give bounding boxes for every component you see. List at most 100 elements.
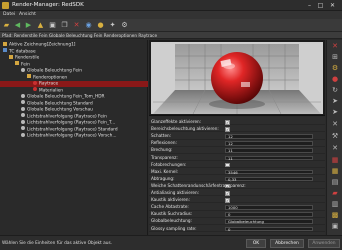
minimize-icon[interactable]: – [305,2,314,9]
property-row: Maxi. Kernel: 3546 [149,169,325,176]
property-value-field[interactable]: 3546 [225,169,313,175]
texture-icon[interactable]: ▦ [330,156,340,165]
ok-button[interactable]: OK [246,239,266,248]
property-row: Weiche Schattenrandunschärfentransparenz… [149,183,325,190]
property-label: Antialiasing aktivieren: [151,190,200,195]
title-bar: Render-Manager: RedSDK – □ ✕ [0,0,342,11]
forward-icon[interactable]: ▶ [24,21,33,30]
grid-icon[interactable]: ▥ [330,200,340,209]
apply-button[interactable]: Anwenden [308,239,340,248]
folder-icon [9,54,13,59]
path-text: Pfad: Renderstile Fein Globale Beleuchtu… [2,33,158,38]
property-label: Globalbeleuchtung: [151,218,192,224]
new-icon[interactable]: ▣ [48,21,57,30]
brush-icon[interactable]: ▩ [330,211,340,220]
property-checkbox[interactable]: ✓ [225,127,230,132]
property-row: Cache Abtastrate: 1000 [149,204,325,211]
wrench-icon[interactable]: ⚒ [330,132,340,141]
delete-icon[interactable]: ✕ [72,21,81,30]
tree-item-label: Globale Beleuchtung Fein_Tom_HDR [27,94,105,100]
breadcrumb: Pfad: Renderstile Fein Globale Beleuchtu… [0,32,342,39]
tree-item[interactable]: Lichtstrahlverfolgung (Raytrace) Standar… [0,126,148,133]
cross-alt-icon[interactable]: ✕ [330,144,340,153]
maximize-icon[interactable]: □ [316,2,325,9]
copy-icon[interactable]: ❐ [60,21,69,30]
render-icon[interactable]: ◉ [84,21,93,30]
property-value-field[interactable]: 12 [225,134,313,139]
tree-item[interactable]: Raytrace [0,80,148,87]
folder-icon[interactable]: ▰ [2,21,11,30]
property-value-field[interactable]: Globalbeleuchtung [225,219,313,224]
property-value-field[interactable]: 12 [225,141,313,146]
property-row: Antialiasing aktivieren: ✓ [149,190,325,197]
layers-icon[interactable]: ▤ [330,178,340,187]
flag-icon[interactable]: ▰ [330,189,340,198]
property-label: Fotobrechungen: [151,161,187,167]
texture-alt-icon[interactable]: ▦ [330,167,340,176]
material-icon[interactable]: ● [96,21,105,30]
toolbar: ▰ ◀ ▶ ▲ ▣ ❐ ✕ ◉ ● ✦ ⚙ [0,19,342,32]
tree-item[interactable]: Globale Beleuchtung Fein [0,67,148,74]
tree-item[interactable]: Aktive Zeichnung[Zeichnung1] [0,41,148,48]
light-icon [21,93,25,98]
material-preview [149,40,325,116]
app-icon [2,2,9,9]
property-row: Glossy sampling rate: 0 [149,226,325,232]
property-value-field[interactable]: 0,33 [225,176,313,182]
image-icon[interactable]: ▣ [330,222,340,231]
property-value-field[interactable]: 0 [225,226,313,232]
property-label: Glanzeffekte aktivieren: [151,119,202,124]
up-folder-icon[interactable]: ▲ [36,21,45,30]
window-title: Render-Manager: RedSDK [12,2,84,8]
folder-icon [15,61,19,65]
tree-item[interactable]: Renderoptionen [0,74,148,81]
tree-item[interactable]: Renderstile [0,54,148,61]
light-icon [21,67,25,72]
settings-icon[interactable]: ⚙ [330,64,340,73]
property-value-field[interactable]: 1000 [225,205,313,210]
menu-datei[interactable]: Datei [3,12,15,17]
menu-ansicht[interactable]: Ansicht [19,12,36,17]
pointer-icon[interactable]: ➤ [330,97,340,106]
close-icon[interactable]: ✕ [328,2,337,9]
property-row: Transparenz: 11 [149,155,325,161]
property-checkbox[interactable]: ✓ [225,120,230,125]
property-checkbox[interactable]: ✓ [225,191,230,196]
light-icon [21,106,25,111]
tree-item[interactable]: Lichtstrahlverfolgung (Raytrace) Fein [0,113,148,120]
db-icon [3,48,7,52]
tree-item-label: Globale Beleuchtung Vorschau [27,107,93,113]
cancel-button[interactable]: Abbrechen [270,239,304,248]
light-icon [21,119,25,124]
property-label: Glossy sampling rate: [151,225,197,231]
property-checkbox[interactable] [225,162,230,168]
property-label: Bereichsbeleuchtung aktivieren: [151,126,219,132]
tree-item[interactable]: Fein [0,61,148,68]
pointer-alt-icon[interactable]: ➤ [330,108,340,117]
tree-item[interactable]: Globale Beleuchtung Standard [0,100,148,107]
property-row: Glanzeffekte aktivieren: ✓ [149,119,325,126]
tree-item-label: Globale Beleuchtung Standard [27,101,93,106]
pin-icon[interactable]: ⊞ [330,53,340,62]
settings-icon[interactable]: ⚙ [120,21,129,30]
material-icon[interactable]: ● [330,75,340,84]
property-value-field[interactable]: 0 [225,212,313,217]
light-icon[interactable]: ✦ [108,21,117,30]
close-panel-icon[interactable]: ✕ [330,42,340,51]
tree-item[interactable]: Materialien [0,87,148,94]
tree-item-label: Renderstile [15,55,40,61]
property-checkbox[interactable]: ✓ [225,198,230,203]
light-icon [21,113,25,117]
cross-icon[interactable]: ✕ [330,120,340,129]
tree-item[interactable]: Lichtstrahlverfolgung (Raytrace) Vorsch.… [0,132,148,139]
back-icon[interactable]: ◀ [13,21,22,30]
tree-item-label: Materialien [39,88,64,93]
tree-item-label: Lichtstrahlverfolgung (Raytrace) Standar… [27,127,118,132]
property-value-field[interactable]: 11 [225,148,313,153]
status-text: Wählen Sie die Einheiten für das aktive … [2,241,113,246]
property-checkbox[interactable]: ✓ [225,183,230,189]
property-value-field[interactable]: 11 [225,155,313,161]
tree-item[interactable]: TC database [0,48,148,55]
tree-item-label: Aktive Zeichnung[Zeichnung1] [9,42,76,48]
refresh-icon[interactable]: ↻ [330,86,340,95]
